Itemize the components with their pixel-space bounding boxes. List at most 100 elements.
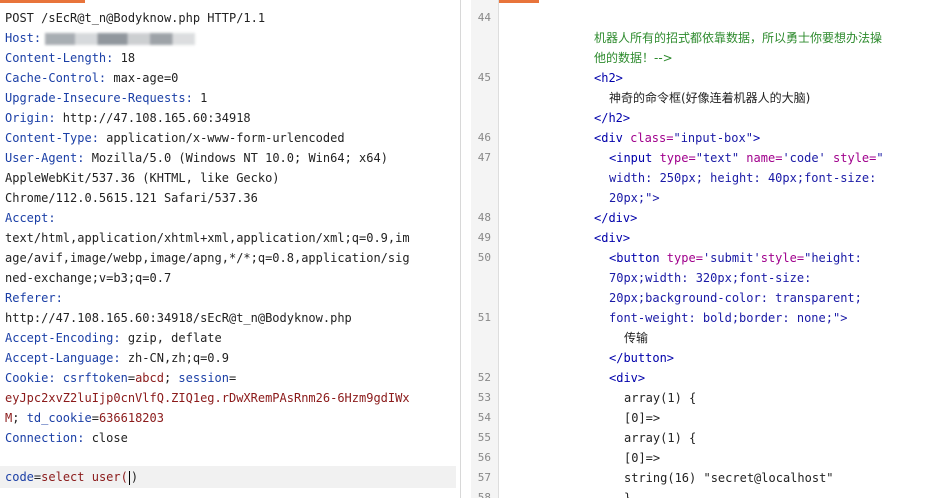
header-user-agent: User-Agent: Mozilla/5.0 (Windows NT 10.0… [5,148,456,168]
attr: type= [659,251,703,265]
header-value: 1 [192,91,208,105]
cookie-value: 636618203 [98,411,164,425]
code-line: </button> [609,351,675,365]
body-param-name: code [5,470,34,484]
header-key: Upgrade-Insecure-Requests: [5,91,193,105]
start-line-text: POST /sEcR@t_n@Bodyknow.php HTTP/1.1 [5,11,266,25]
header-cookie-cont: eyJpc2xvZ2luIjp0cnVlfQ.ZIQ1eg.rDwXRemPAs… [5,388,456,408]
tag: <input [609,151,653,165]
line-number: 49 [477,231,491,244]
tag: > [752,131,761,145]
cookie-name: csrftoken [55,371,128,385]
header-value: Chrome/112.0.5615.121 Safari/537.36 [5,191,258,205]
header-value: close [84,431,128,445]
attr: style= [825,151,877,165]
header-value: http://47.108.165.60:34918/sEcR@t_n@Body… [5,311,352,325]
header-cookie: Cookie: csrftoken=abcd; session= [5,371,237,385]
code-line: <div> [609,371,646,385]
request-body-editor[interactable]: code=select user() [5,467,138,487]
line-number: 53 [477,391,491,404]
header-accept-cont: text/html,application/xhtml+xml,applicat… [5,228,456,248]
body-param-value: select user( [41,470,128,484]
cookie-separator: ; [163,371,179,385]
header-accept-encoding: Accept-Encoding: gzip, deflate [5,328,456,348]
line-number: 44 [477,11,491,24]
header-key: Origin: [5,111,56,125]
code-line: [0]=> [624,451,661,465]
header-content-type: Content-Type: application/x-www-form-url… [5,128,456,148]
header-key: Content-Length: [5,51,114,65]
code-line: 70px;width: 320px;font-size: [609,271,812,285]
line-number: 52 [477,371,491,384]
attr: type= [652,151,696,165]
header-key: Host: [5,31,42,45]
line-number: 51 [477,311,491,324]
response-pane[interactable]: 44 45 46 47 48 49 50 51 52 53 54 55 56 5… [471,0,927,498]
header-accept-language: Accept-Language: zh-CN,zh;q=0.9 [5,348,456,368]
code-line: 机器人所有的招式都依靠数据，所以勇士你要想办法操 [594,31,883,45]
request-start-line: POST /sEcR@t_n@Bodyknow.php HTTP/1.1 [5,8,456,28]
code-line: 他的数据！--> [594,51,673,65]
header-value: 18 [113,51,136,65]
header-value: Mozilla/5.0 (Windows NT 10.0; Win64; x64… [84,151,388,165]
line-number: 50 [477,251,491,264]
header-accept-cont: age/avif,image/webp,image/apng,*/*;q=0.8… [5,248,456,268]
code-line: </div> [594,211,638,225]
attr-value: 'submit' [702,251,761,265]
code-line: width: 250px; height: 40px;font-size: [609,171,877,185]
attr-value: "input-box" [673,131,753,145]
header-key: Connection: [5,431,85,445]
code-line: <div> [594,231,631,245]
header-value: zh-CN,zh;q=0.9 [120,351,229,365]
header-value: age/avif,image/webp,image/apng,*/*;q=0.8… [5,251,410,265]
header-key: Referer: [5,291,63,305]
header-key: Accept-Encoding: [5,331,121,345]
code-line: 20px;background-color: transparent; [609,291,862,305]
response-code: 机器人所有的招式都依靠数据，所以勇士你要想办法操 他的数据！--> <h2> 神… [594,8,927,498]
header-content-length: Content-Length: 18 [5,48,456,68]
code-line: 神奇的命令框(好像连着机器人的大脑) [609,91,811,105]
line-number: 48 [477,211,491,224]
body-param-end: ) [130,470,139,484]
tag: <div [594,131,623,145]
header-upgrade-insecure: Upgrade-Insecure-Requests: 1 [5,88,456,108]
attr: class= [622,131,674,145]
code-line: } [624,491,632,498]
header-value: gzip, deflate [120,331,222,345]
line-number: 45 [477,71,491,84]
header-value: http://47.108.165.60:34918 [55,111,251,125]
attr-value: 'code' [782,151,826,165]
header-referer-cont: http://47.108.165.60:34918/sEcR@t_n@Body… [5,308,456,328]
request-tab-indicator [0,0,85,3]
request-pane[interactable]: POST /sEcR@t_n@Bodyknow.php HTTP/1.1 Hos… [0,0,461,498]
header-key: Accept: [5,211,56,225]
header-value: application/x-www-form-urlencoded [98,131,345,145]
code-line: <input type="text" name='code' style=" [594,148,927,168]
cookie-name: session [178,371,229,385]
header-key: User-Agent: [5,151,85,165]
line-number-gutter: 44 45 46 47 48 49 50 51 52 53 54 55 56 5… [471,0,499,498]
code-line: font-weight: bold;border: none;"> [609,311,848,325]
code-line: 传输 [624,331,649,345]
line-number: 56 [477,451,491,464]
line-number: 46 [477,131,491,144]
header-key: Content-Type: [5,131,99,145]
code-line: string(16) "secret@localhost" [624,471,834,485]
header-user-agent-cont: Chrome/112.0.5615.121 Safari/537.36 [5,188,456,208]
header-connection: Connection: close [5,428,456,448]
header-accept-cont: ned-exchange;v=b3;q=0.7 [5,268,456,288]
header-user-agent-cont: AppleWebKit/537.36 (KHTML, like Gecko) [5,168,456,188]
tag: <button [609,251,660,265]
code-line: <h2> [594,71,623,85]
cookie-name: td_cookie [26,411,92,425]
redacted-host-value [45,32,196,45]
attr: style= [760,251,805,265]
header-key: Cookie: [5,371,56,385]
code-line: array(1) { [624,431,697,445]
header-accept: Accept: [5,208,456,228]
request-lines: POST /sEcR@t_n@Bodyknow.php HTTP/1.1 Hos… [5,8,456,448]
code-line: <div class="input-box"> [594,128,927,148]
code-line: [0]=> [624,411,661,425]
code-line: 20px;"> [609,191,660,205]
line-number: 54 [477,411,491,424]
